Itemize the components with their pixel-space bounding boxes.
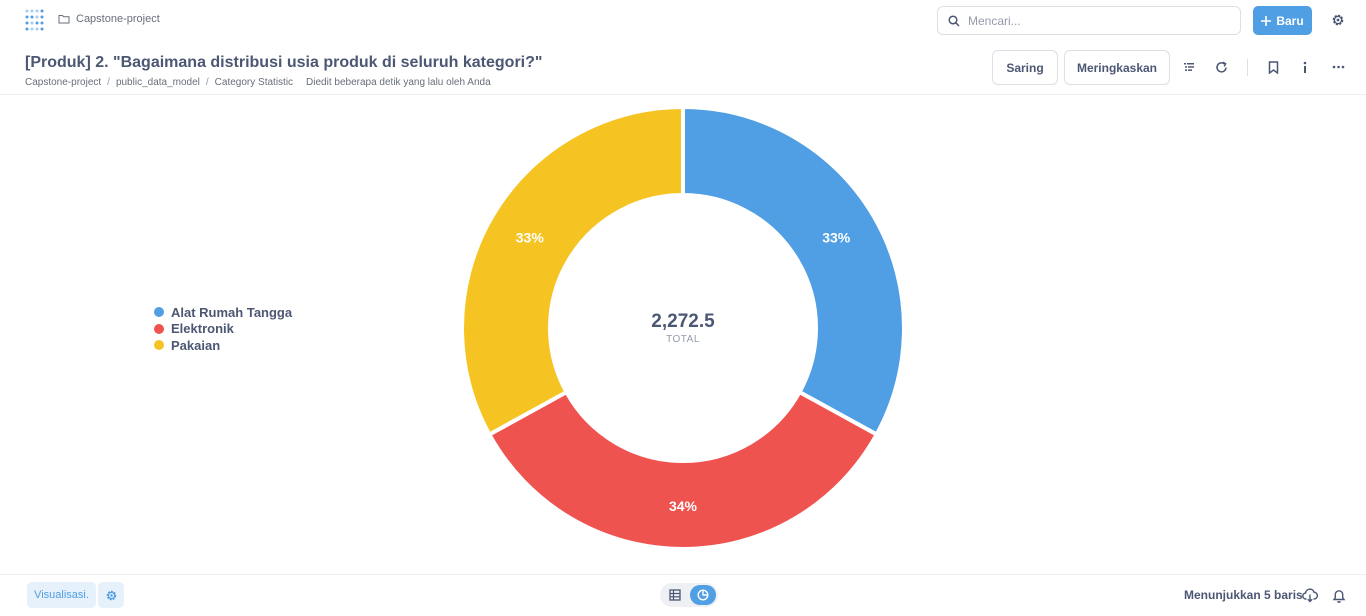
row-count: Menunjukkan 5 baris	[1184, 588, 1303, 602]
download-icon[interactable]	[1302, 587, 1318, 603]
slice-percent-label: 33%	[516, 229, 545, 245]
pie-chart-icon	[697, 589, 709, 601]
slice-percent-label: 33%	[822, 229, 851, 245]
chart-total-value: 2,272.5	[651, 311, 715, 332]
visualization-button[interactable]: Visualisasi.	[27, 582, 96, 608]
donut-chart: 33% 34% 33%	[460, 104, 906, 551]
footer-divider	[0, 574, 1366, 575]
slice-percent-label: 34%	[669, 498, 698, 514]
donut-slice-alat-rumah-tangga[interactable]	[681, 104, 906, 438]
gear-icon	[106, 590, 116, 600]
visualization-settings-button[interactable]	[98, 582, 124, 608]
table-view-icon[interactable]	[668, 588, 682, 602]
chart-total-label: TOTAL	[666, 334, 700, 345]
donut-slice-elektronik[interactable]	[486, 389, 880, 551]
donut-slice-pakaian[interactable]	[460, 104, 685, 438]
bell-icon[interactable]	[1332, 588, 1346, 603]
view-toggle	[660, 583, 718, 607]
chart-view-button[interactable]	[690, 585, 716, 605]
